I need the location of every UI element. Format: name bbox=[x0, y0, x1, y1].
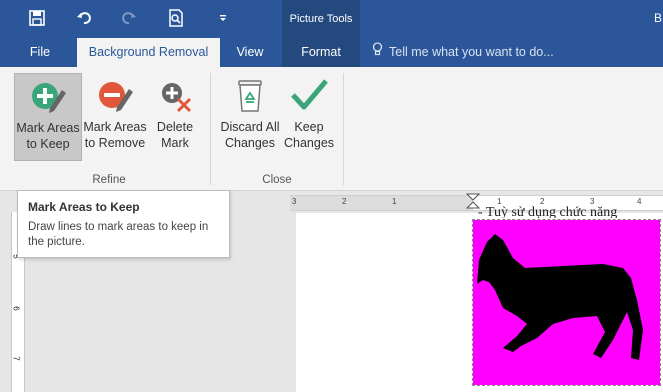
mark-areas-to-remove-button[interactable]: Mark Areas to Remove bbox=[83, 73, 147, 161]
mark-remove-icon bbox=[83, 73, 147, 115]
ribbon-panel: Mark Areas to Keep Mark Areas to Remove … bbox=[0, 67, 663, 191]
delete-mark-button[interactable]: Delete Mark bbox=[150, 73, 200, 161]
ruler-number: 1 bbox=[392, 197, 397, 206]
tab-format[interactable]: Format bbox=[282, 38, 360, 67]
recycle-bin-icon bbox=[218, 73, 282, 115]
mark-keep-label-2: to Keep bbox=[26, 137, 70, 151]
tab-background-removal[interactable]: Background Removal bbox=[77, 38, 220, 67]
print-preview-icon[interactable] bbox=[167, 9, 185, 27]
keep-label-1: Keep bbox=[294, 120, 324, 134]
title-bar: Picture Tools B bbox=[0, 0, 663, 38]
discard-label-2: Changes bbox=[224, 136, 276, 150]
mark-remove-label-1: Mark Areas bbox=[83, 120, 147, 134]
tab-view[interactable]: View bbox=[226, 38, 274, 67]
ruler-number: 2 bbox=[342, 197, 347, 206]
redo-icon[interactable] bbox=[120, 9, 138, 27]
ruler-margin bbox=[290, 196, 473, 210]
customize-toolbar-icon[interactable] bbox=[214, 9, 232, 27]
tab-file[interactable]: File bbox=[18, 38, 62, 67]
tooltip-body: Draw lines to mark areas to keep in the … bbox=[28, 221, 209, 248]
mark-remove-label-2: to Remove bbox=[84, 136, 146, 150]
refine-group-label: Refine bbox=[92, 174, 126, 186]
checkmark-icon bbox=[284, 73, 334, 115]
ruler-number: 7 bbox=[11, 356, 21, 361]
keep-changes-button[interactable]: Keep Changes bbox=[284, 73, 334, 161]
undo-icon[interactable] bbox=[75, 9, 93, 27]
group-separator bbox=[210, 73, 211, 185]
horse-image bbox=[477, 234, 643, 360]
close-group-label: Close bbox=[262, 174, 292, 186]
discard-label-1: Discard All bbox=[220, 120, 280, 134]
tooltip-title: Mark Areas to Keep bbox=[28, 200, 140, 214]
delete-mark-label-1: Delete bbox=[156, 120, 194, 134]
lightbulb-icon bbox=[372, 38, 383, 67]
picture-tools-label: Picture Tools bbox=[282, 0, 360, 38]
group-separator-2 bbox=[343, 73, 344, 185]
mark-keep-icon bbox=[15, 74, 81, 116]
ruler-number: 3 bbox=[292, 197, 297, 206]
save-icon[interactable] bbox=[28, 9, 46, 27]
document-text-fragment: - Tuỳ sử dụng chức năng bbox=[478, 205, 618, 218]
ruler-number: 6 bbox=[11, 306, 21, 311]
delete-mark-label-2: Mark bbox=[161, 136, 189, 150]
tell-me-text: Tell me what you want to do... bbox=[389, 45, 554, 59]
mark-keep-label-1: Mark Areas bbox=[16, 121, 80, 135]
title-text-fragment: B bbox=[654, 11, 663, 25]
mark-areas-to-keep-button[interactable]: Mark Areas to Keep bbox=[14, 73, 82, 161]
ribbon-tabs: File Background Removal View Format Tell… bbox=[0, 38, 663, 67]
tell-me-box[interactable]: Tell me what you want to do... bbox=[372, 38, 554, 67]
keep-label-2: Changes bbox=[284, 136, 335, 150]
discard-all-changes-button[interactable]: Discard All Changes bbox=[218, 73, 282, 161]
selected-picture[interactable] bbox=[472, 219, 661, 386]
tooltip-mark-areas-to-keep: Mark Areas to Keep Draw lines to mark ar… bbox=[17, 190, 230, 258]
delete-mark-icon bbox=[150, 73, 200, 115]
